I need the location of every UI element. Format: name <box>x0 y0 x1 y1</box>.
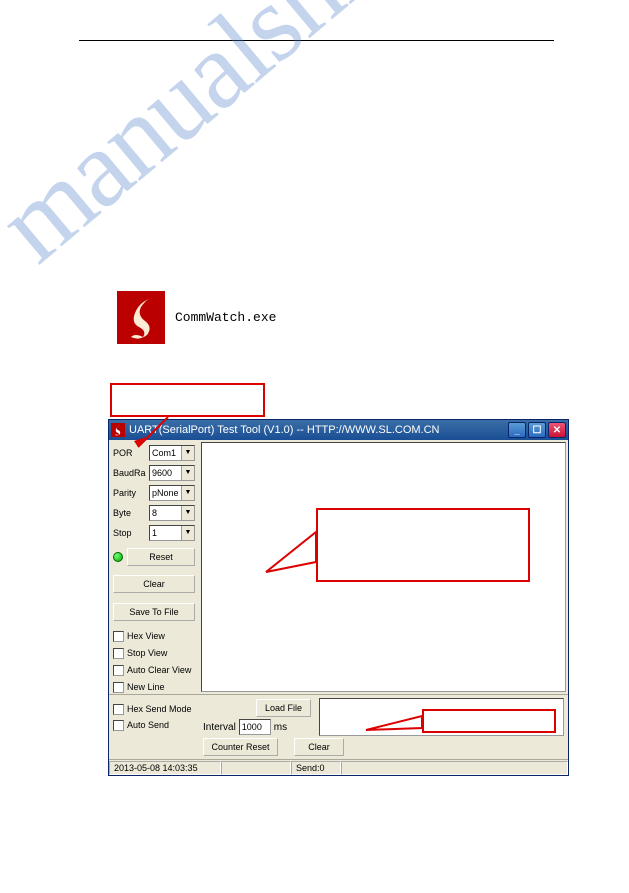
auto-send-checkbox[interactable] <box>113 720 124 731</box>
counter-reset-button[interactable]: Counter Reset <box>203 738 278 756</box>
stop-view-label: Stop View <box>127 648 167 658</box>
callout-top-arrow <box>128 415 188 455</box>
auto-clear-view-label: Auto Clear View <box>127 665 191 675</box>
callout-middle <box>316 508 530 582</box>
callout-top <box>110 383 265 417</box>
minimize-button[interactable]: _ <box>508 422 526 438</box>
status-time: 2013-05-08 14:03:35 <box>109 761 221 775</box>
left-panel: POR Com1▼ BaudRa 9600▼ Parity pNone▼ Byt… <box>109 440 199 694</box>
baud-label: BaudRa <box>113 468 147 478</box>
stop-view-checkbox[interactable] <box>113 648 124 659</box>
stop-select[interactable]: 1▼ <box>149 525 195 541</box>
reset-button[interactable]: Reset <box>127 548 195 566</box>
callout-bottom-tail <box>362 712 424 732</box>
hex-view-label: Hex View <box>127 631 165 641</box>
stop-label: Stop <box>113 528 147 538</box>
chevron-down-icon: ▼ <box>181 506 194 520</box>
close-button[interactable]: ✕ <box>548 422 566 438</box>
new-line-checkbox[interactable] <box>113 682 124 693</box>
callout-bottom <box>422 709 556 733</box>
chevron-down-icon: ▼ <box>181 526 194 540</box>
interval-unit: ms <box>274 722 287 733</box>
byte-select[interactable]: 8▼ <box>149 505 195 521</box>
auto-send-label: Auto Send <box>127 720 169 730</box>
new-line-label: New Line <box>127 682 165 692</box>
chevron-down-icon: ▼ <box>181 466 194 480</box>
commwatch-item: CommWatch.exe <box>117 291 276 344</box>
status-led-icon <box>113 552 123 562</box>
commwatch-label: CommWatch.exe <box>175 310 276 325</box>
hex-send-mode-label: Hex Send Mode <box>127 704 192 714</box>
commwatch-icon[interactable] <box>117 291 165 344</box>
status-send-count: Send:0 <box>291 761 341 775</box>
statusbar: 2013-05-08 14:03:35 Send:0 <box>109 759 568 775</box>
app-icon <box>111 423 125 437</box>
byte-label: Byte <box>113 508 147 518</box>
clear-button[interactable]: Clear <box>113 575 195 593</box>
page-top-rule <box>79 40 554 41</box>
callout-middle-tail <box>260 524 318 574</box>
parity-label: Parity <box>113 488 147 498</box>
chevron-down-icon: ▼ <box>181 486 194 500</box>
hex-view-checkbox[interactable] <box>113 631 124 642</box>
hex-send-mode-checkbox[interactable] <box>113 704 124 715</box>
baud-select[interactable]: 9600▼ <box>149 465 195 481</box>
maximize-button[interactable]: ☐ <box>528 422 546 438</box>
watermark-text: manualshive.com <box>0 0 624 287</box>
interval-input[interactable]: 1000 <box>239 719 271 735</box>
load-file-button[interactable]: Load File <box>256 699 311 717</box>
parity-select[interactable]: pNone▼ <box>149 485 195 501</box>
save-to-file-button[interactable]: Save To File <box>113 603 195 621</box>
auto-clear-view-checkbox[interactable] <box>113 665 124 676</box>
clear-send-button[interactable]: Clear <box>294 738 344 756</box>
interval-label: Interval <box>203 722 236 733</box>
